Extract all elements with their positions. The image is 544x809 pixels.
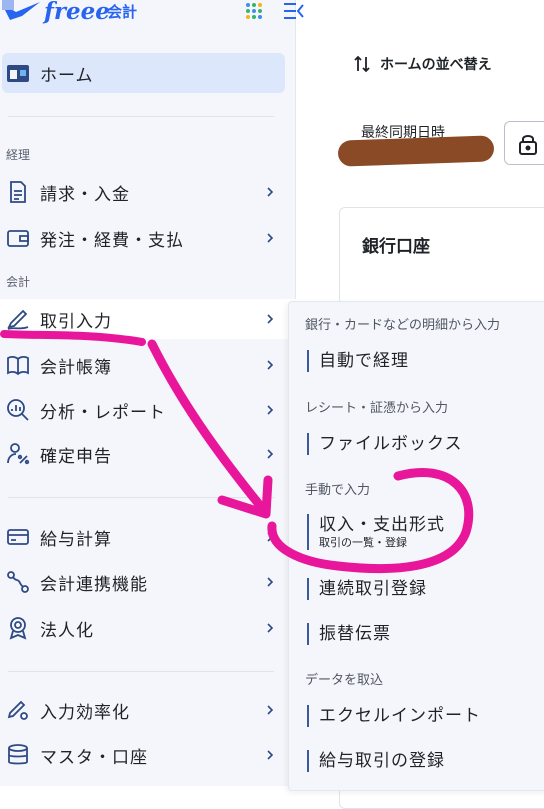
chevron-right-icon — [267, 233, 274, 243]
sidebar-collapse-icon[interactable] — [282, 1, 304, 21]
lock-icon — [519, 135, 537, 155]
chevron-right-icon — [267, 405, 274, 415]
sidebar-item-efficiency[interactable]: 入力効率化 — [0, 690, 296, 730]
submenu-item-label: ファイルボックス — [319, 434, 463, 454]
logo-text: freee — [44, 0, 110, 25]
sidebar-item-label: 発注・経費・支払 — [40, 230, 184, 251]
chevron-right-icon — [267, 360, 274, 370]
submenu-item-income-expense[interactable]: 収入・支出形式 取引の一覧・登録 — [307, 514, 445, 550]
link-nodes-icon — [7, 571, 29, 593]
submenu-item-excel-import[interactable]: エクセルインポート — [307, 705, 481, 727]
submenu-item-label: 収入・支出形式 — [319, 515, 445, 535]
sidebar-item-master[interactable]: マスタ・口座 — [0, 735, 296, 775]
sidebar-item-label: 請求・入金 — [40, 184, 130, 205]
submenu-group-label: 銀行・カードなどの明細から入力 — [305, 318, 501, 333]
divider — [8, 116, 274, 117]
transactions-submenu: 銀行・カードなどの明細から入力 自動で経理 レシート・証憑から入力 ファイルボッ… — [288, 301, 544, 791]
sort-label: ホームの並べ替え — [380, 57, 492, 73]
submenu-item-continuous-entry[interactable]: 連続取引登録 — [307, 578, 427, 600]
sidebar-item-label: 給与計算 — [40, 529, 112, 550]
sidebar-item-billing[interactable]: 請求・入金 — [0, 172, 296, 212]
sidebar-item-incorporation[interactable]: 法人化 — [0, 608, 296, 648]
sidebar-item-label: マスタ・口座 — [40, 747, 148, 768]
submenu-group-label: レシート・証憑から入力 — [305, 401, 449, 416]
submenu-item-label: 自動で経理 — [319, 351, 409, 371]
submenu-item-label: エクセルインポート — [319, 706, 481, 726]
pen-entry-icon — [7, 309, 29, 330]
invoice-icon — [10, 181, 26, 203]
sidebar-item-transactions[interactable]: 取引入力 — [0, 299, 296, 339]
chevron-right-icon — [267, 187, 274, 197]
chevron-right-icon — [267, 577, 274, 587]
chevron-right-icon — [267, 623, 274, 633]
person-percent-icon — [7, 443, 30, 465]
sidebar-item-label: 会計連携機能 — [40, 574, 148, 595]
sidebar-item-label: 入力効率化 — [40, 702, 130, 723]
sidebar-item-tax-return[interactable]: 確定申告 — [0, 434, 296, 474]
badge-ribbon-icon — [9, 617, 27, 640]
sidebar-item-orders[interactable]: 発注・経費・支払 — [0, 218, 296, 258]
submenu-item-label: 連続取引登録 — [319, 579, 427, 599]
bank-card-title: 銀行口座 — [362, 237, 430, 257]
sidebar-item-reports[interactable]: 分析・レポート — [0, 390, 296, 430]
sidebar-item-integrations[interactable]: 会計連携機能 — [0, 562, 296, 602]
chevron-right-icon — [267, 532, 274, 542]
sort-arrows-icon — [354, 55, 370, 73]
wallet-icon — [7, 230, 29, 247]
sidebar-item-label: 会計帳簿 — [40, 357, 112, 378]
submenu-item-label: 振替伝票 — [319, 624, 391, 644]
sidebar-item-label: 確定申告 — [40, 446, 112, 467]
home-store-icon — [7, 65, 29, 82]
sidebar-home-label: ホーム — [40, 65, 94, 86]
submenu-item-desc: 取引の一覧・登録 — [319, 536, 407, 549]
sidebar-item-label: 法人化 — [40, 620, 94, 641]
sidebar-item-label: 分析・レポート — [40, 402, 166, 423]
pen-gear-icon — [7, 700, 28, 720]
submenu-group-label: データを取込 — [305, 673, 384, 688]
divider — [8, 497, 274, 498]
freee-logo[interactable]: freee 会計 — [0, 0, 160, 26]
submenu-item-payroll-entry[interactable]: 給与取引の登録 — [307, 750, 445, 772]
book-icon — [7, 356, 29, 376]
submenu-item-journal-voucher[interactable]: 振替伝票 — [307, 623, 391, 645]
database-icon — [8, 744, 28, 765]
chevron-right-icon — [267, 705, 274, 715]
sidebar-item-ledgers[interactable]: 会計帳簿 — [0, 345, 296, 385]
chevron-right-icon — [267, 449, 274, 459]
submenu-group-label: 手動で入力 — [305, 483, 371, 498]
submenu-item-label: 給与取引の登録 — [319, 751, 445, 771]
redaction-mark — [337, 135, 495, 167]
section-label-accounting: 経理 — [6, 148, 31, 162]
chevron-right-icon — [267, 314, 274, 324]
sidebar: freee 会計 経理 ホーム 経理 請求・入金 発注・経費・支払 — [0, 0, 304, 786]
submenu-item-auto-accounting[interactable]: 自動で経理 — [307, 350, 409, 372]
lock-button[interactable] — [504, 121, 544, 165]
section-label-kaikei: 会計 — [6, 275, 31, 289]
app-grid-icon[interactable] — [245, 2, 263, 20]
bird-logo-icon — [2, 0, 40, 20]
chevron-right-icon — [267, 750, 274, 760]
card-icon — [7, 529, 29, 545]
submenu-item-file-box[interactable]: ファイルボックス — [307, 433, 463, 455]
magnifier-chart-icon — [7, 399, 29, 421]
divider — [8, 671, 274, 672]
logo-subtitle: 会計 — [107, 3, 138, 21]
sidebar-item-home[interactable]: 経理 ホーム — [2, 53, 285, 93]
home-sort-button[interactable]: ホームの並べ替え — [354, 54, 492, 74]
sidebar-item-payroll[interactable]: 給与計算 — [0, 517, 296, 557]
sidebar-item-label: 取引入力 — [40, 311, 112, 332]
